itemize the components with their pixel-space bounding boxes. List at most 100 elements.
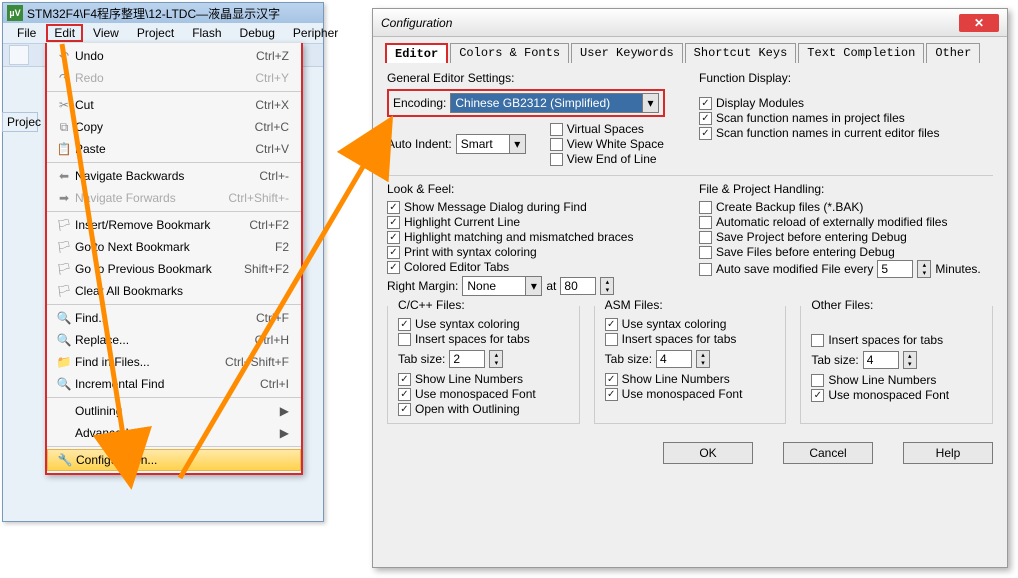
save-proj-check[interactable]: Save Project before entering Debug — [699, 230, 993, 244]
dialog-titlebar: Configuration ✕ — [373, 9, 1007, 37]
help-button[interactable]: Help — [903, 442, 993, 464]
cancel-button[interactable]: Cancel — [783, 442, 873, 464]
msg-dialog-check[interactable]: Show Message Dialog during Find — [387, 200, 685, 214]
eol-check[interactable]: View End of Line — [550, 152, 664, 166]
backup-check[interactable]: Create Backup files (*.BAK) — [699, 200, 993, 214]
c-linenum-check[interactable]: Show Line Numbers — [398, 372, 569, 386]
autosave-check[interactable]: Auto save modified File every — [699, 262, 873, 276]
menu-undo[interactable]: ↶UndoCtrl+Z — [47, 45, 301, 67]
asm-spaces-check[interactable]: Insert spaces for tabs — [605, 332, 776, 346]
c-files-label: C/C++ Files: — [394, 298, 469, 312]
right-margin-select[interactable]: None▾ — [462, 276, 542, 296]
menu-paste[interactable]: 📋PasteCtrl+V — [47, 138, 301, 160]
c-syntax-check[interactable]: Use syntax coloring — [398, 317, 569, 331]
titlebar: µV STM32F4\F4程序整理\12-LTDC—液晶显示汉字 — [3, 3, 323, 23]
c-outlining-check[interactable]: Open with Outlining — [398, 402, 569, 416]
menu-incremental-find[interactable]: 🔍Incremental FindCtrl+I — [47, 373, 301, 395]
title-text: STM32F4\F4程序整理\12-LTDC—液晶显示汉字 — [27, 5, 319, 22]
menu-peripherals[interactable]: Peripher — [285, 24, 346, 42]
c-tabsize-value[interactable]: 2 — [449, 350, 485, 368]
tab-editor[interactable]: Editor — [385, 43, 448, 63]
menu-edit[interactable]: Edit — [46, 24, 83, 42]
menu-debug[interactable]: Debug — [232, 24, 283, 42]
menu-prev-bookmark[interactable]: 🏳Go to Previous BookmarkShift+F2 — [47, 258, 301, 280]
other-tabsize-value[interactable]: 4 — [863, 351, 899, 369]
close-button[interactable]: ✕ — [959, 14, 999, 32]
asm-tabsize-spinner[interactable]: ▴▾ — [696, 350, 710, 368]
menu-find[interactable]: 🔍Find...Ctrl+F — [47, 307, 301, 329]
other-tabsize-label: Tab size: — [811, 353, 858, 367]
menu-outlining[interactable]: Outlining▶ — [47, 400, 301, 422]
auto-indent-select[interactable]: Smart▾ — [456, 134, 526, 154]
tab-shortcuts[interactable]: Shortcut Keys — [685, 43, 797, 63]
encoding-label: Encoding: — [393, 96, 446, 110]
display-modules-check[interactable]: Display Modules — [699, 96, 993, 110]
menu-redo[interactable]: ↷RedoCtrl+Y — [47, 67, 301, 89]
tab-keywords[interactable]: User Keywords — [571, 43, 683, 63]
other-mono-check[interactable]: Use monospaced Font — [811, 388, 982, 402]
menu-find-in-files[interactable]: 📁Find in Files...Ctrl+Shift+F — [47, 351, 301, 373]
file-handling-label: File & Project Handling: — [699, 182, 993, 196]
colored-tabs-check[interactable]: Colored Editor Tabs — [387, 260, 685, 274]
menu-configuration[interactable]: 🔧Configuration... — [47, 449, 301, 471]
dialog-buttons: OK Cancel Help — [373, 432, 1007, 474]
chevron-down-icon: ▾ — [509, 135, 525, 153]
encoding-row: Encoding: Chinese GB2312 (Simplified)▾ — [387, 89, 665, 117]
other-files-frame: Other Files: Insert spaces for tabs Tab … — [800, 306, 993, 424]
menu-file[interactable]: File — [9, 24, 44, 42]
autosave-spinner[interactable]: ▴▾ — [917, 260, 931, 278]
right-margin-label: Right Margin: — [387, 279, 458, 293]
save-files-check[interactable]: Save Files before entering Debug — [699, 245, 993, 259]
menu-advanced[interactable]: Advanced▶ — [47, 422, 301, 444]
menubar[interactable]: File Edit View Project Flash Debug Perip… — [3, 23, 323, 43]
menu-project[interactable]: Project — [129, 24, 182, 42]
c-spaces-check[interactable]: Insert spaces for tabs — [398, 332, 569, 346]
other-spaces-check[interactable]: Insert spaces for tabs — [811, 333, 982, 347]
other-files-label: Other Files: — [807, 298, 877, 312]
asm-mono-check[interactable]: Use monospaced Font — [605, 387, 776, 401]
dialog-title: Configuration — [381, 16, 959, 30]
c-tabsize-spinner[interactable]: ▴▾ — [489, 350, 503, 368]
encoding-select[interactable]: Chinese GB2312 (Simplified)▾ — [450, 93, 659, 113]
general-label: General Editor Settings: — [387, 71, 685, 85]
menu-replace[interactable]: 🔍Replace...Ctrl+H — [47, 329, 301, 351]
tab-colors[interactable]: Colors & Fonts — [450, 43, 569, 63]
menu-next-bookmark[interactable]: 🏳Go to Next BookmarkF2 — [47, 236, 301, 258]
chevron-down-icon: ▾ — [642, 94, 658, 112]
menu-nav-back[interactable]: ⬅Navigate BackwardsCtrl+- — [47, 165, 301, 187]
margin-at-value[interactable]: 80 — [560, 277, 596, 295]
whitespace-check[interactable]: View White Space — [550, 137, 664, 151]
asm-linenum-check[interactable]: Show Line Numbers — [605, 372, 776, 386]
tab-completion[interactable]: Text Completion — [798, 43, 924, 63]
ok-button[interactable]: OK — [663, 442, 753, 464]
highlight-line-check[interactable]: Highlight Current Line — [387, 215, 685, 229]
project-tab[interactable]: Projec — [2, 112, 38, 132]
autosave-value[interactable]: 5 — [877, 260, 913, 278]
tab-strip: Editor Colors & Fonts User Keywords Shor… — [373, 37, 1007, 63]
c-mono-check[interactable]: Use monospaced Font — [398, 387, 569, 401]
scan-cur-check[interactable]: Scan function names in current editor fi… — [699, 126, 993, 140]
asm-files-label: ASM Files: — [601, 298, 667, 312]
menu-flash[interactable]: Flash — [184, 24, 229, 42]
menu-clear-bookmarks[interactable]: 🏳Clear All Bookmarks — [47, 280, 301, 302]
menu-view[interactable]: View — [85, 24, 127, 42]
asm-tabsize-value[interactable]: 4 — [656, 350, 692, 368]
margin-spinner[interactable]: ▴▾ — [600, 277, 614, 295]
highlight-brace-check[interactable]: Highlight matching and mismatched braces — [387, 230, 685, 244]
menu-copy[interactable]: ⧉CopyCtrl+C — [47, 116, 301, 138]
reload-check[interactable]: Automatic reload of externally modified … — [699, 215, 993, 229]
menu-nav-fwd[interactable]: ➡Navigate ForwardsCtrl+Shift+- — [47, 187, 301, 209]
look-feel-label: Look & Feel: — [387, 182, 685, 196]
ide-window: µV STM32F4\F4程序整理\12-LTDC—液晶显示汉字 File Ed… — [2, 2, 324, 522]
asm-syntax-check[interactable]: Use syntax coloring — [605, 317, 776, 331]
other-tabsize-spinner[interactable]: ▴▾ — [903, 351, 917, 369]
print-syntax-check[interactable]: Print with syntax coloring — [387, 245, 685, 259]
tab-other[interactable]: Other — [926, 43, 980, 63]
menu-cut[interactable]: ✂CutCtrl+X — [47, 94, 301, 116]
other-linenum-check[interactable]: Show Line Numbers — [811, 373, 982, 387]
menu-insert-bookmark[interactable]: 🏳Insert/Remove BookmarkCtrl+F2 — [47, 214, 301, 236]
c-files-frame: C/C++ Files: Use syntax coloring Insert … — [387, 306, 580, 424]
virtual-spaces-check[interactable]: Virtual Spaces — [550, 122, 664, 136]
scan-proj-check[interactable]: Scan function names in project files — [699, 111, 993, 125]
toolbar-button[interactable] — [9, 45, 29, 65]
